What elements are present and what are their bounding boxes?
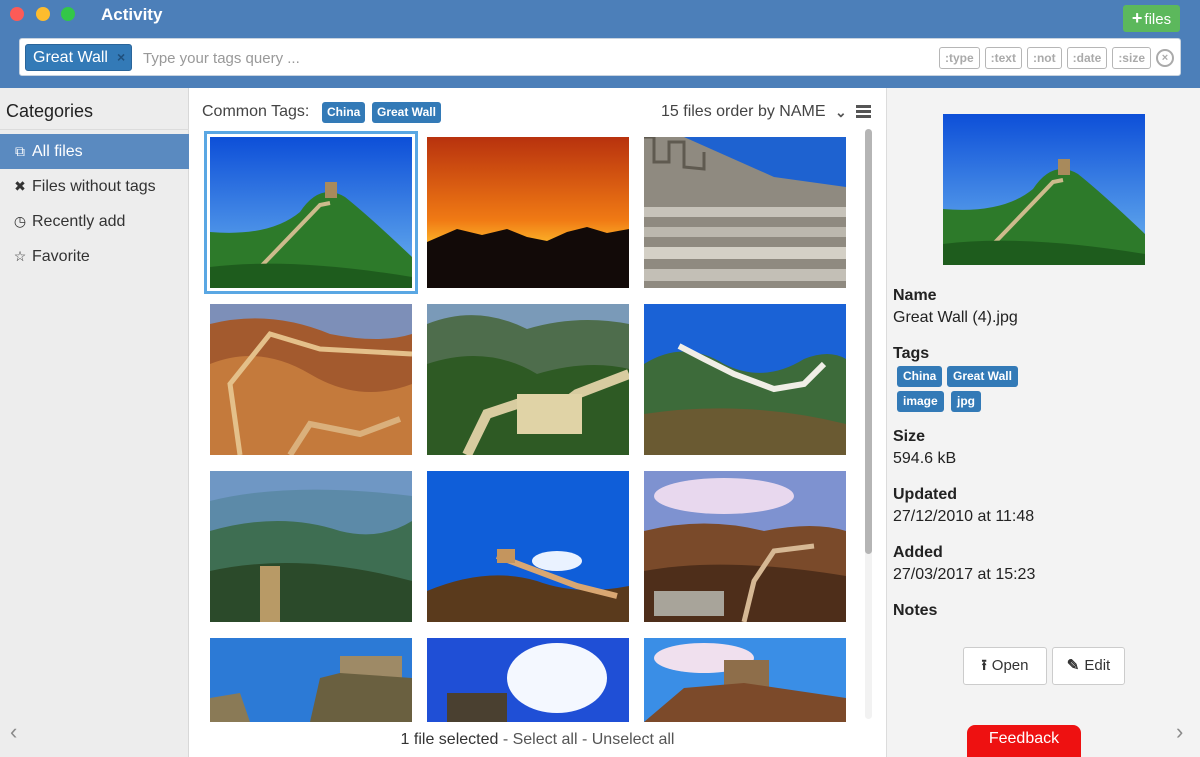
grid-scrollbar-thumb[interactable] — [865, 129, 872, 554]
size-label: Size — [893, 428, 926, 445]
times-icon: ✖ — [14, 178, 26, 194]
status-separator: - — [498, 731, 513, 748]
thumbnail-image — [644, 304, 846, 455]
updated-label: Updated — [893, 486, 957, 503]
thumbnail-image — [210, 304, 412, 455]
clear-search-icon[interactable]: × — [1156, 48, 1174, 67]
thumbnail-image — [427, 471, 629, 622]
thumbnail-image — [210, 638, 412, 722]
selected-count: 1 file selected — [400, 731, 499, 748]
search-tag-chip[interactable]: Great Wall × — [25, 44, 133, 71]
preview-image — [943, 114, 1145, 265]
selection-status: 1 file selected - Select all - Unselect … — [189, 731, 886, 749]
edit-button-label: Edit — [1084, 657, 1111, 674]
file-thumbnail[interactable] — [427, 304, 629, 455]
list-view-icon[interactable] — [856, 105, 871, 118]
filter-type-button[interactable]: :type — [938, 46, 980, 69]
clock-icon: ◷ — [13, 213, 27, 229]
chevron-right-icon[interactable]: › — [1176, 719, 1183, 745]
name-label: Name — [893, 287, 937, 304]
thumbnail-image — [644, 638, 846, 722]
sidebar-item-files-without-tags[interactable]: ✖ Files without tags — [0, 169, 189, 204]
open-button-label: Open — [991, 657, 1029, 674]
file-thumbnail[interactable] — [210, 471, 412, 622]
notes-label: Notes — [893, 602, 938, 619]
detail-tag-image[interactable]: image — [897, 391, 944, 412]
common-tags-label: Common Tags: — [202, 103, 310, 120]
name-value: Great Wall (4).jpg — [893, 309, 1018, 326]
tags-label: Tags — [893, 345, 930, 362]
add-files-button[interactable]: + files — [1123, 5, 1180, 32]
chevron-down-icon[interactable]: ⌄ — [835, 104, 847, 121]
add-files-label: files — [1144, 11, 1172, 28]
categories-title: Categories — [6, 101, 94, 121]
thumbnail-image — [427, 638, 629, 722]
upload-icon: ⭱ — [981, 657, 987, 674]
status-separator: - — [577, 731, 592, 748]
sidebar-item-favorite[interactable]: ☆ Favorite — [0, 239, 189, 274]
file-thumbnail[interactable] — [644, 304, 846, 455]
select-all-link[interactable]: Select all — [513, 731, 578, 748]
edit-icon: ✎ — [1066, 657, 1080, 674]
minimize-window-button[interactable] — [36, 7, 50, 21]
file-thumbnail[interactable] — [644, 471, 846, 622]
star-icon: ☆ — [13, 248, 27, 264]
file-thumbnail[interactable] — [427, 638, 629, 722]
feedback-button[interactable]: Feedback — [967, 725, 1081, 757]
filter-not-button[interactable]: :not — [1026, 46, 1062, 69]
remove-tag-icon[interactable]: × — [117, 49, 125, 65]
sidebar-item-label: All files — [32, 143, 83, 160]
chevron-left-icon[interactable]: ‹ — [10, 719, 17, 745]
filter-date-button[interactable]: :date — [1066, 46, 1108, 69]
sort-order-label[interactable]: 15 files order by NAME — [661, 103, 826, 121]
common-tag-great-wall[interactable]: Great Wall — [372, 102, 441, 123]
file-thumbnail[interactable] — [427, 471, 629, 622]
filter-buttons: :type :text :not :date :size × — [938, 46, 1174, 69]
sidebar-item-all-files[interactable]: ⧉ All files — [0, 134, 189, 169]
filter-size-button[interactable]: :size — [1112, 46, 1151, 69]
thumbnail-image — [210, 471, 412, 622]
common-tag-china[interactable]: China — [322, 102, 366, 123]
tag-search-bar: Great Wall × :type :text :not :date :size… — [19, 38, 1181, 76]
file-details-panel: Name Great Wall (4).jpg Tags China Great… — [886, 88, 1200, 757]
file-thumbnail[interactable] — [644, 137, 846, 288]
size-value: 594.6 kB — [893, 450, 957, 467]
tag-query-input[interactable] — [143, 47, 743, 69]
thumbnail-image — [427, 137, 629, 288]
file-thumbnail[interactable] — [210, 304, 412, 455]
added-label: Added — [893, 544, 943, 561]
unselect-all-link[interactable]: Unselect all — [592, 731, 675, 748]
added-value: 27/03/2017 at 15:23 — [893, 566, 1036, 583]
sidebar-item-label: Recently add — [32, 213, 126, 230]
file-thumbnail[interactable] — [210, 638, 412, 722]
search-tag-label: Great Wall — [33, 49, 108, 66]
file-thumbnail[interactable] — [204, 131, 418, 294]
thumbnail-image — [644, 137, 846, 288]
open-button[interactable]: ⭱ Open — [963, 647, 1047, 685]
file-browser: Common Tags: China Great Wall 15 files o… — [189, 88, 886, 757]
thumbnail-image — [427, 304, 629, 455]
maximize-window-button[interactable] — [61, 7, 75, 21]
updated-value: 27/12/2010 at 11:48 — [893, 508, 1035, 525]
sidebar-item-recently-add[interactable]: ◷ Recently add — [0, 204, 189, 239]
thumbnail-image — [210, 137, 412, 288]
plus-icon: + — [1131, 8, 1143, 28]
app-title: Activity — [101, 5, 163, 24]
file-thumbnail[interactable] — [427, 137, 629, 288]
thumbnail-image — [644, 471, 846, 622]
edit-button[interactable]: ✎ Edit — [1052, 647, 1125, 685]
categories-sidebar: Categories ⧉ All files ✖ Files without tag… — [0, 88, 189, 757]
filter-text-button[interactable]: :text — [984, 46, 1022, 69]
title-bar: Activity +files Great Wall × :type :text … — [0, 0, 1200, 88]
detail-tag-china[interactable]: China — [897, 366, 943, 387]
sidebar-item-label: Favorite — [32, 248, 90, 265]
close-window-button[interactable] — [10, 7, 24, 21]
copy-icon: ⧉ — [15, 143, 25, 159]
detail-tag-jpg[interactable]: jpg — [951, 391, 981, 412]
divider — [0, 129, 189, 130]
file-thumbnail[interactable] — [644, 638, 846, 722]
sidebar-item-label: Files without tags — [32, 178, 156, 195]
detail-tag-great-wall[interactable]: Great Wall — [947, 366, 1018, 387]
file-preview — [943, 114, 1145, 265]
